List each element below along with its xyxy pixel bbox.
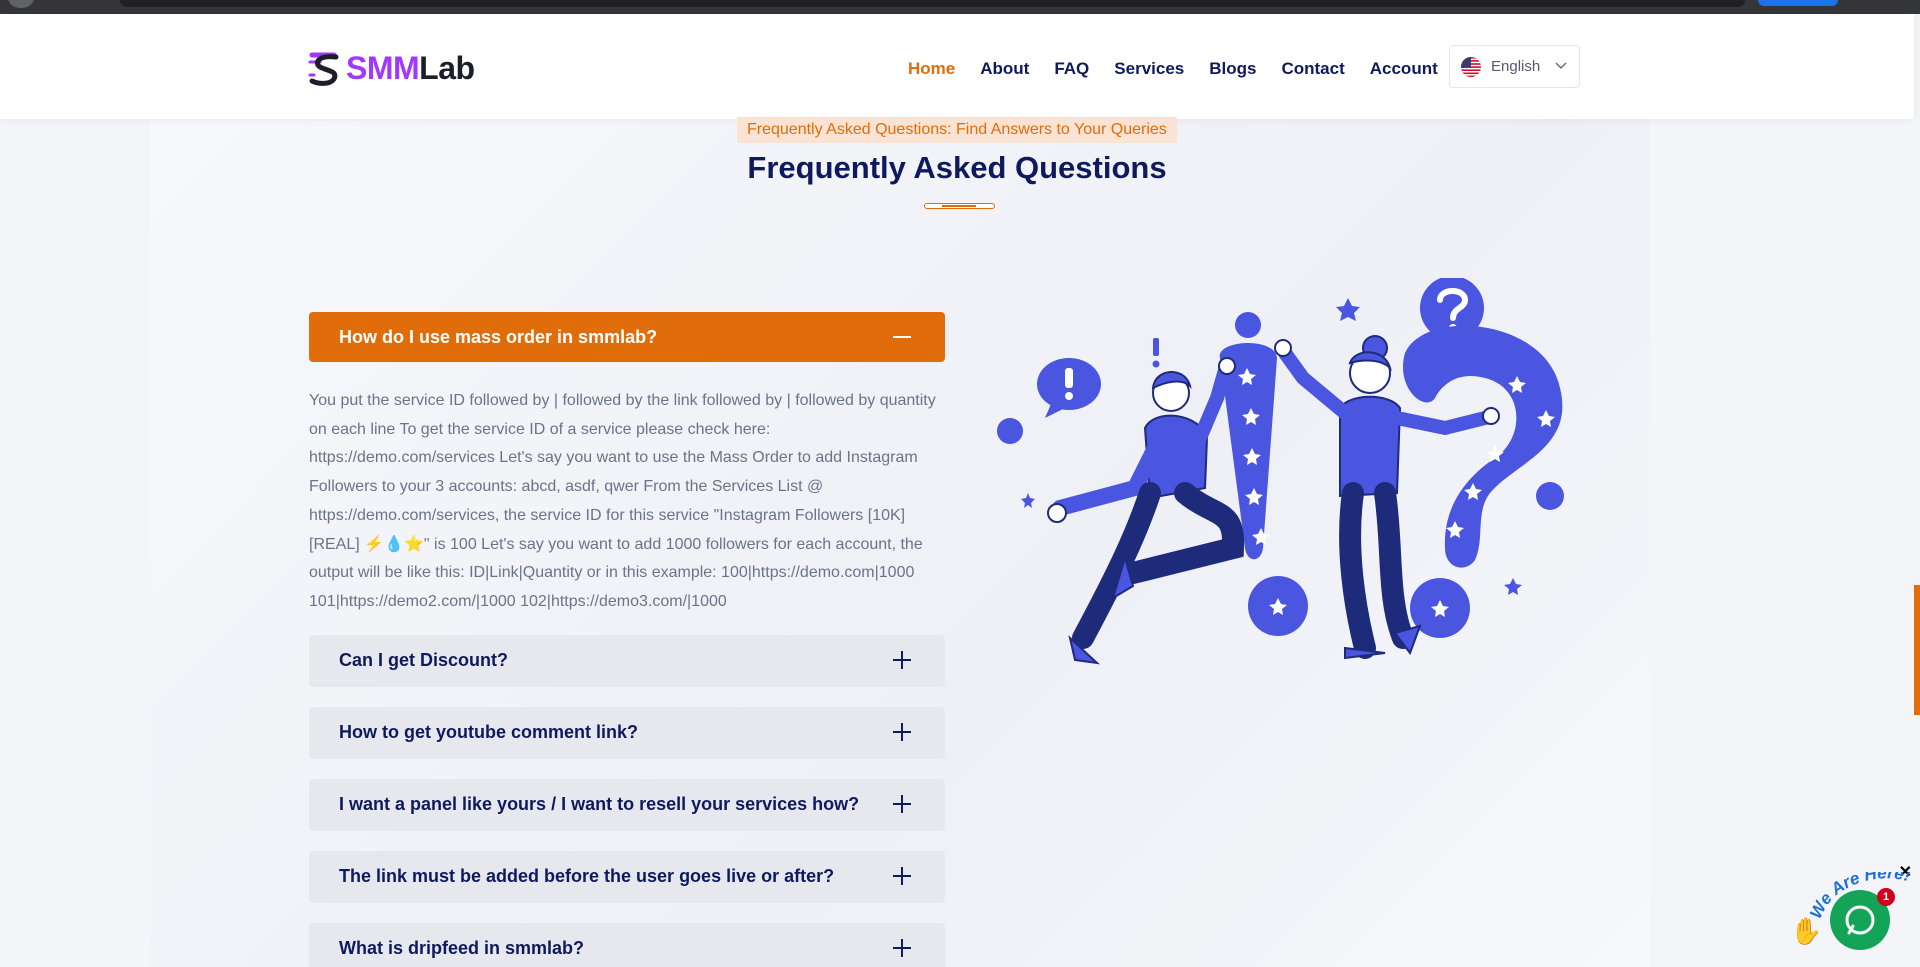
nav-home[interactable]: Home [908, 59, 955, 79]
faq-item-reseller-panel[interactable]: I want a panel like yours / I want to re… [309, 778, 945, 831]
faq-question: How do I use mass order in smmlab? [339, 326, 658, 347]
nav-blogs[interactable]: Blogs [1209, 59, 1256, 79]
faq-question: Can I get Discount? [339, 650, 509, 671]
browser-tab-circle[interactable] [8, 0, 34, 8]
site-header: SMM Lab Home About FAQ Services Blogs Co… [0, 14, 1914, 119]
language-label: English [1491, 58, 1541, 75]
faq-answer: You put the service ID followed by | fol… [309, 392, 936, 610]
faq-question: The link must be added before the user g… [339, 866, 835, 887]
plus-icon[interactable] [891, 937, 913, 959]
waving-hand-icon: ✋ [1790, 916, 1823, 946]
plus-icon[interactable] [891, 649, 913, 671]
main-nav: Home About FAQ Services Blogs Contact Ac… [908, 59, 1463, 79]
title-underline [924, 203, 995, 209]
browser-chrome [0, 0, 1920, 14]
plus-icon[interactable] [891, 793, 913, 815]
plus-icon[interactable] [891, 865, 913, 887]
faq-question: How to get youtube comment link? [339, 722, 639, 743]
browser-action-button[interactable] [1758, 0, 1838, 6]
faq-item-dripfeed[interactable]: What is dripfeed in smmlab? [309, 922, 945, 967]
language-select[interactable]: English [1449, 45, 1580, 88]
faq-list: How do I use mass order in smmlab? You p… [309, 312, 945, 967]
logo-mark-icon [308, 52, 339, 86]
minus-icon[interactable] [891, 326, 913, 348]
nav-services[interactable]: Services [1114, 59, 1184, 79]
faq-question: I want a panel like yours / I want to re… [339, 794, 860, 815]
us-flag-icon [1461, 56, 1481, 77]
section-title: Frequently Asked Questions [747, 150, 1167, 185]
nav-account[interactable]: Account [1370, 59, 1438, 79]
chat-bubble-icon [1845, 905, 1875, 935]
logo-text-smm: SMM [346, 50, 420, 86]
chevron-down-icon [1555, 59, 1567, 74]
faq-item-youtube-comment[interactable]: How to get youtube comment link? [309, 706, 945, 759]
section-tagline: Frequently Asked Questions: Find Answers… [737, 117, 1177, 143]
faq-item-discount[interactable]: Can I get Discount? [309, 634, 945, 687]
faq-item-mass-order[interactable]: How do I use mass order in smmlab? [309, 312, 945, 362]
scroll-indicator[interactable] [1914, 585, 1920, 715]
logo-text-lab: Lab [419, 50, 475, 86]
logo[interactable]: SMM Lab [308, 50, 475, 87]
chat-widget[interactable]: ✕ We Are Here! 1 ✋ [1790, 862, 1915, 962]
chat-unread-badge: 1 [1877, 888, 1895, 906]
faq-question: What is dripfeed in smmlab? [339, 938, 585, 959]
browser-address-bar[interactable] [120, 0, 1745, 7]
faq-illustration [997, 278, 1564, 665]
nav-about[interactable]: About [980, 59, 1029, 79]
plus-icon[interactable] [891, 721, 913, 743]
faq-item-live-link[interactable]: The link must be added before the user g… [309, 850, 945, 903]
nav-faq[interactable]: FAQ [1054, 59, 1089, 79]
nav-contact[interactable]: Contact [1281, 59, 1344, 79]
